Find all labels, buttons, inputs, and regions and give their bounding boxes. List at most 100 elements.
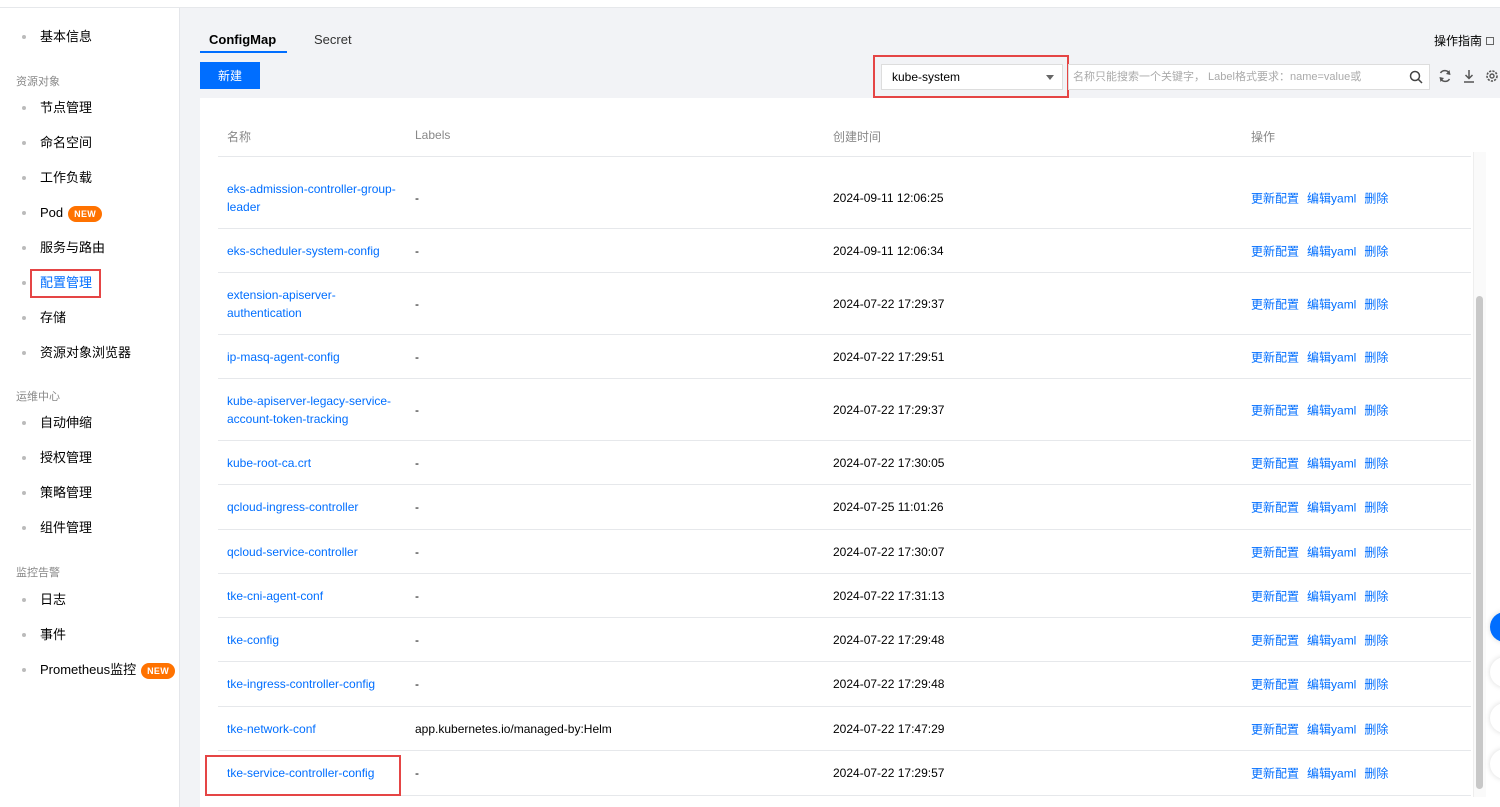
sidebar-item-label: 配置管理	[40, 275, 93, 290]
delete-link[interactable]: 删除	[1364, 456, 1388, 470]
new-button[interactable]: 新建	[200, 62, 260, 89]
actions-cell: 更新配置 编辑yaml 删除	[1251, 720, 1396, 737]
new-badge: NEW	[141, 662, 175, 679]
update-config-link[interactable]: 更新配置	[1251, 244, 1299, 258]
edit-yaml-link[interactable]: 编辑yaml	[1307, 633, 1356, 647]
configmap-name-link[interactable]: tke-network-conf	[227, 720, 402, 738]
bullet-icon	[22, 176, 26, 180]
bullet-icon	[22, 491, 26, 495]
configmap-name-link[interactable]: kube-apiserver-legacy-service-account-to…	[227, 392, 402, 428]
delete-link[interactable]: 删除	[1364, 722, 1388, 736]
actions-cell: 更新配置 编辑yaml 删除	[1251, 189, 1396, 206]
bullet-icon	[22, 246, 26, 250]
edit-yaml-link[interactable]: 编辑yaml	[1307, 767, 1356, 781]
tab-secret[interactable]: Secret	[314, 32, 352, 54]
update-config-link[interactable]: 更新配置	[1251, 589, 1299, 603]
delete-link[interactable]: 删除	[1364, 350, 1388, 364]
configmap-name-link[interactable]: tke-config	[227, 631, 402, 649]
update-config-link[interactable]: 更新配置	[1251, 767, 1299, 781]
edit-yaml-link[interactable]: 编辑yaml	[1307, 589, 1356, 603]
search-input[interactable]: 名称只能搜索一个关键字， Label格式要求：name=value或	[1068, 64, 1430, 90]
created-time-cell: 2024-09-11 12:06:25	[833, 190, 944, 205]
created-time-cell: 2024-09-11 12:06:34	[833, 243, 944, 258]
update-config-link[interactable]: 更新配置	[1251, 545, 1299, 559]
configmap-name-link[interactable]: eks-scheduler-system-config	[227, 242, 402, 260]
labels-cell: -	[415, 588, 419, 603]
section-label-resources: 资源对象	[16, 76, 60, 88]
actions-cell: 更新配置 编辑yaml 删除	[1251, 401, 1396, 418]
update-config-link[interactable]: 更新配置	[1251, 191, 1299, 205]
created-time-cell: 2024-07-22 17:29:37	[833, 402, 945, 417]
labels-cell: -	[415, 190, 419, 205]
actions-cell: 更新配置 编辑yaml 删除	[1251, 587, 1396, 604]
column-header-name: 名称	[227, 130, 252, 144]
update-config-link[interactable]: 更新配置	[1251, 678, 1299, 692]
configmap-name-link[interactable]: tke-cni-agent-conf	[227, 587, 402, 605]
configmap-name-link[interactable]: kube-root-ca.crt	[227, 454, 402, 472]
search-icon[interactable]	[1409, 70, 1423, 84]
search-placeholder: 名称只能搜索一个关键字， Label格式要求：name=value或	[1073, 71, 1362, 83]
gear-icon[interactable]	[1484, 68, 1500, 84]
configmap-name-link[interactable]: tke-ingress-controller-config	[227, 675, 402, 693]
delete-link[interactable]: 删除	[1364, 545, 1388, 559]
namespace-select[interactable]: kube-system	[881, 64, 1063, 90]
sidebar-item-label: Pod	[40, 205, 64, 220]
update-config-link[interactable]: 更新配置	[1251, 501, 1299, 515]
actions-cell: 更新配置 编辑yaml 删除	[1251, 454, 1396, 471]
bullet-icon	[22, 106, 26, 110]
top-strip	[0, 0, 1500, 8]
edit-yaml-link[interactable]: 编辑yaml	[1307, 456, 1356, 470]
configmap-name-link[interactable]: extension-apiserver-authentication	[227, 286, 402, 322]
labels-cell: -	[415, 455, 419, 470]
update-config-link[interactable]: 更新配置	[1251, 633, 1299, 647]
delete-link[interactable]: 删除	[1364, 589, 1388, 603]
delete-link[interactable]: 删除	[1364, 501, 1388, 515]
actions-cell: 更新配置 编辑yaml 删除	[1251, 765, 1396, 782]
bullet-icon	[22, 633, 26, 637]
configmap-name-link[interactable]: ip-masq-agent-config	[227, 348, 402, 366]
delete-link[interactable]: 删除	[1364, 767, 1388, 781]
edit-yaml-link[interactable]: 编辑yaml	[1307, 545, 1356, 559]
sidebar-item-label: 命名空间	[40, 135, 93, 150]
edit-yaml-link[interactable]: 编辑yaml	[1307, 191, 1356, 205]
update-config-link[interactable]: 更新配置	[1251, 722, 1299, 736]
update-config-link[interactable]: 更新配置	[1251, 456, 1299, 470]
delete-link[interactable]: 删除	[1364, 633, 1388, 647]
edit-yaml-link[interactable]: 编辑yaml	[1307, 403, 1356, 417]
guide-link[interactable]: 操作指南	[1434, 32, 1494, 49]
configmap-name-link[interactable]: tke-service-controller-config	[227, 764, 402, 782]
created-time-cell: 2024-07-22 17:31:13	[833, 588, 945, 603]
configmap-name-link[interactable]: eks-admission-controller-group-leader	[227, 180, 402, 216]
update-config-link[interactable]: 更新配置	[1251, 297, 1299, 311]
sidebar: 基本信息 资源对象 节点管理 命名空间 工作负载 Pod NEW 服务与路由 配置…	[0, 8, 180, 807]
refresh-icon[interactable]	[1437, 68, 1453, 84]
table-row: eks-scheduler-system-config - 2024-09-11 1…	[218, 229, 1471, 273]
delete-link[interactable]: 删除	[1364, 191, 1388, 205]
delete-link[interactable]: 删除	[1364, 403, 1388, 417]
sidebar-item-label: 组件管理	[40, 520, 93, 535]
active-tab-indicator	[200, 51, 287, 53]
delete-link[interactable]: 删除	[1364, 244, 1388, 258]
update-config-link[interactable]: 更新配置	[1251, 403, 1299, 417]
download-icon[interactable]	[1461, 68, 1477, 84]
edit-yaml-link[interactable]: 编辑yaml	[1307, 350, 1356, 364]
edit-yaml-link[interactable]: 编辑yaml	[1307, 244, 1356, 258]
delete-link[interactable]: 删除	[1364, 297, 1388, 311]
edit-yaml-link[interactable]: 编辑yaml	[1307, 722, 1356, 736]
labels-cell: -	[415, 296, 419, 311]
update-config-link[interactable]: 更新配置	[1251, 350, 1299, 364]
labels-cell: -	[415, 766, 419, 780]
table-row: qcloud-ingress-controller - 2024-07-25 11:…	[218, 485, 1471, 530]
created-time-cell: 2024-07-22 17:29:48	[833, 632, 945, 647]
configmap-name-link[interactable]: qcloud-ingress-controller	[227, 498, 402, 516]
configmap-name-link[interactable]: qcloud-service-controller	[227, 543, 402, 561]
edit-yaml-link[interactable]: 编辑yaml	[1307, 678, 1356, 692]
labels-cell: -	[415, 402, 419, 417]
scrollbar-thumb[interactable]	[1476, 296, 1483, 789]
edit-yaml-link[interactable]: 编辑yaml	[1307, 297, 1356, 311]
edit-yaml-link[interactable]: 编辑yaml	[1307, 501, 1356, 515]
actions-cell: 更新配置 编辑yaml 删除	[1251, 543, 1396, 560]
sidebar-item-label: 存储	[40, 310, 67, 325]
delete-link[interactable]: 删除	[1364, 678, 1388, 692]
created-time-cell: 2024-07-22 17:29:37	[833, 296, 945, 311]
